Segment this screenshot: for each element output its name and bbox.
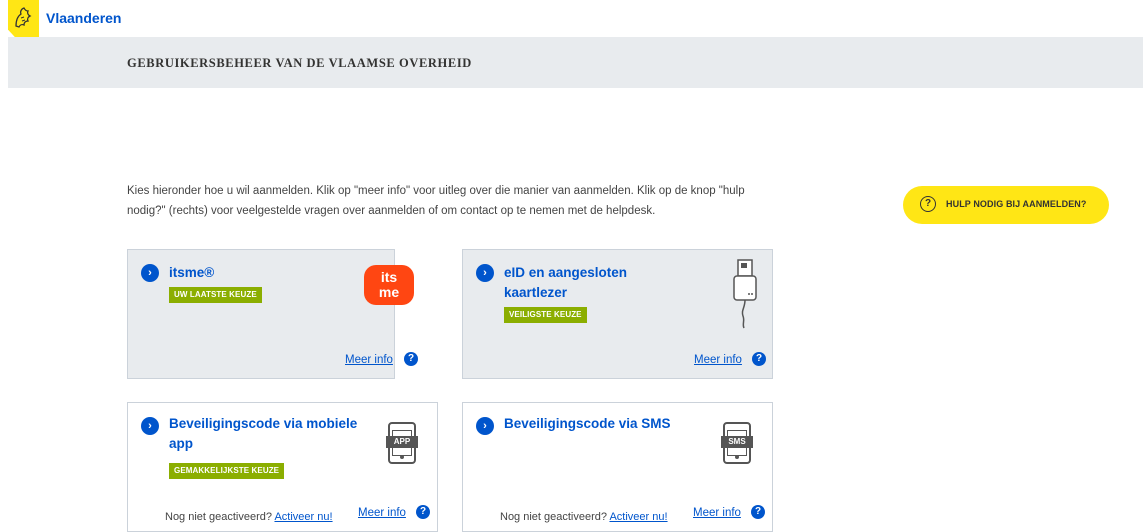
- help-icon[interactable]: ?: [752, 352, 766, 366]
- option-title[interactable]: itsme®: [169, 263, 214, 283]
- option-title[interactable]: Beveiligingscode via SMS: [504, 414, 671, 434]
- meer-info-link[interactable]: Meer info: [345, 354, 393, 366]
- mobile-phone-icon: SMS: [721, 422, 753, 464]
- itsme-logo-line2: me: [378, 284, 400, 300]
- itsme-logo: its me: [364, 265, 414, 305]
- chevron-right-icon: ›: [476, 264, 494, 282]
- chevron-right-icon: ›: [141, 417, 159, 435]
- status-badge: VEILIGSTE KEUZE: [504, 307, 587, 323]
- option-title-line1[interactable]: eID en aangesloten: [504, 263, 627, 283]
- card-reader-icon: [733, 259, 757, 329]
- activation-note-text: Nog niet geactiveerd?: [500, 511, 608, 523]
- chevron-right-icon: ›: [141, 264, 159, 282]
- meer-info-link[interactable]: Meer info: [693, 507, 741, 519]
- login-option-eid[interactable]: › eID en aangesloten kaartlezer VEILIGST…: [462, 249, 773, 379]
- activation-note: Nog niet geactiveerd? Activeer nu!: [165, 511, 333, 523]
- help-icon[interactable]: ?: [404, 352, 418, 366]
- page-title: GEBRUIKERSBEHEER VAN DE VLAAMSE OVERHEID: [127, 56, 472, 70]
- top-bar: Vlaanderen: [0, 0, 1143, 37]
- help-button[interactable]: ? HULP NODIG BIJ AANMELDEN?: [903, 186, 1109, 224]
- status-badge: UW LAATSTE KEUZE: [169, 287, 262, 303]
- login-option-itsme[interactable]: › itsme® UW LAATSTE KEUZE its me Meer in…: [127, 249, 418, 379]
- mobile-phone-icon: APP: [386, 422, 418, 464]
- lion-icon: [15, 7, 32, 28]
- status-badge: GEMAKKELIJKSTE KEUZE: [169, 463, 285, 479]
- activation-note: Nog niet geactiveerd? Activeer nu!: [500, 511, 668, 523]
- login-option-mobile-app[interactable]: › Beveiligingscode via mobiele app GEMAK…: [127, 402, 438, 532]
- meer-info-link[interactable]: Meer info: [358, 507, 406, 519]
- meer-info-link[interactable]: Meer info: [694, 354, 742, 366]
- help-icon[interactable]: ?: [751, 505, 765, 519]
- phone-icon-label: SMS: [721, 436, 753, 448]
- question-circle-icon: ?: [920, 196, 936, 212]
- title-bar: GEBRUIKERSBEHEER VAN DE VLAAMSE OVERHEID: [8, 37, 1143, 88]
- option-title-line2[interactable]: app: [169, 434, 193, 454]
- option-title-line1[interactable]: Beveiligingscode via mobiele: [169, 414, 357, 434]
- help-button-label: HULP NODIG BIJ AANMELDEN?: [946, 199, 1087, 209]
- activate-link[interactable]: Activeer nu!: [609, 511, 667, 523]
- activation-note-text: Nog niet geactiveerd?: [165, 511, 273, 523]
- phone-icon-label: APP: [386, 436, 418, 448]
- intro-text: Kies hieronder hoe u wil aanmelden. Klik…: [127, 185, 745, 217]
- itsme-logo-line1: its: [380, 269, 398, 285]
- login-option-sms[interactable]: › Beveiligingscode via SMS SMS Nog niet …: [462, 402, 773, 532]
- chevron-right-icon: ›: [476, 417, 494, 435]
- brand-name[interactable]: Vlaanderen: [46, 10, 121, 26]
- vlaanderen-logo[interactable]: [8, 0, 39, 37]
- option-title-line2[interactable]: kaartlezer: [504, 283, 567, 303]
- activate-link[interactable]: Activeer nu!: [274, 511, 332, 523]
- help-icon[interactable]: ?: [416, 505, 430, 519]
